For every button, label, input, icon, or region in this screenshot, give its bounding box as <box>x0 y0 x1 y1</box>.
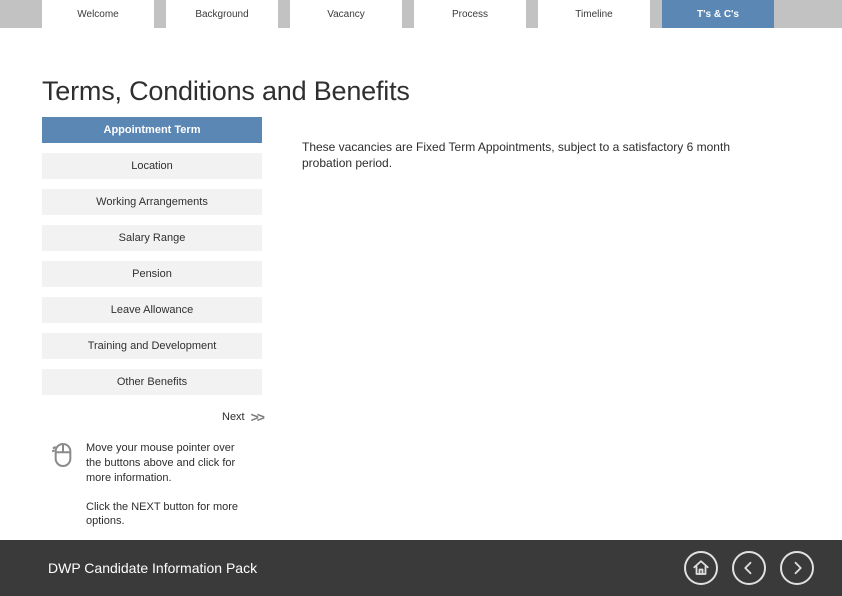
tab-background[interactable]: Background <box>166 0 278 28</box>
tab-timeline[interactable]: Timeline <box>538 0 650 28</box>
sidebar-item-leave-allowance[interactable]: Leave Allowance <box>42 297 262 323</box>
tab-vacancy[interactable]: Vacancy <box>290 0 402 28</box>
home-button[interactable] <box>684 551 718 585</box>
arrow-left-icon <box>740 559 758 577</box>
detail-text: These vacancies are Fixed Term Appointme… <box>262 117 782 171</box>
sidebar-item-appointment-term[interactable]: Appointment Term <box>42 117 262 143</box>
home-icon <box>692 559 710 577</box>
sidebar-item-other-benefits[interactable]: Other Benefits <box>42 369 262 395</box>
next-label: Next <box>222 411 245 423</box>
next-button[interactable]: Next >> <box>222 409 842 425</box>
sidebar-item-working-arrangements[interactable]: Working Arrangements <box>42 189 262 215</box>
next-nav-button[interactable] <box>780 551 814 585</box>
sidebar-item-pension[interactable]: Pension <box>42 261 262 287</box>
page-title: Terms, Conditions and Benefits <box>42 76 842 107</box>
instructions: Move your mouse pointer over the buttons… <box>52 441 842 543</box>
sidebar-item-training-development[interactable]: Training and Development <box>42 333 262 359</box>
sidebar-item-location[interactable]: Location <box>42 153 262 179</box>
instruction-line-2: Click the NEXT button for more options. <box>86 500 246 530</box>
footer: DWP Candidate Information Pack <box>0 540 842 596</box>
tabs-bar: Welcome Background Vacancy Process Timel… <box>0 0 842 28</box>
prev-button[interactable] <box>732 551 766 585</box>
sidebar-item-salary-range[interactable]: Salary Range <box>42 225 262 251</box>
arrow-right-icon <box>788 559 806 577</box>
instruction-line-1: Move your mouse pointer over the buttons… <box>86 441 246 486</box>
chevrons-right-icon: >> <box>251 409 263 425</box>
sidebar: Appointment Term Location Working Arrang… <box>0 117 262 395</box>
tab-welcome[interactable]: Welcome <box>42 0 154 28</box>
mouse-icon <box>52 441 74 469</box>
footer-title: DWP Candidate Information Pack <box>48 560 684 576</box>
tab-process[interactable]: Process <box>414 0 526 28</box>
tab-ts-and-cs[interactable]: T's & C's <box>662 0 774 28</box>
